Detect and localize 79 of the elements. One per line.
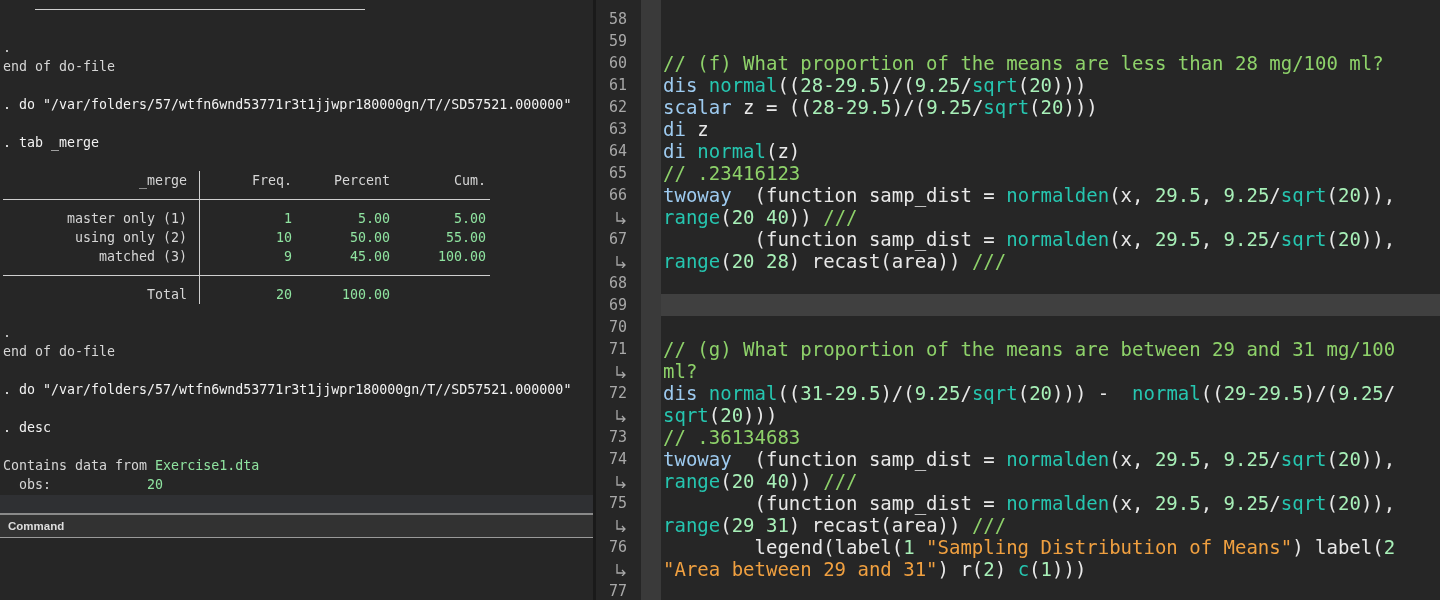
code-line: twoway (function samp_dist = normalden(x, 29.5, 9.25/sqrt(20)), <box>662 448 1397 470</box>
line-number: 68 <box>608 274 627 292</box>
code-line: legend(label(1 "Sampling Distribution of Means") label(2 <box>753 536 1397 558</box>
code-line: (function samp_dist = normalden(x, 29.5, 9.25/sqrt(20)), <box>753 228 1397 250</box>
table-cell: matched (3) <box>3 247 200 266</box>
code-line: range(20 40)) /// <box>662 470 859 492</box>
code-line: "Area between 29 and 31") r(2) c(1))) <box>662 558 1088 580</box>
wrap-arrow-icon <box>615 254 627 268</box>
output-line: end of do-file <box>3 58 116 76</box>
line-number: 76 <box>608 538 627 556</box>
line-number: 72 <box>608 384 627 402</box>
table-cell-text: 55.00 <box>444 229 487 247</box>
table-cell-text: 10 <box>275 229 293 247</box>
output-line: end of do-file <box>3 343 116 361</box>
table-header-cell-text: Cum. <box>452 172 487 190</box>
code-line: // .23416123 <box>662 162 802 184</box>
command-echo: . do "/var/folders/57/wtfn6wnd53771r3t1jjwpr180000gn/T//SD57521.000000" <box>3 96 572 114</box>
table-cell-text: 50.00 <box>348 229 391 247</box>
line-number: 71 <box>608 340 627 358</box>
line-number: 61 <box>608 76 627 94</box>
code-line: ml? <box>662 360 699 382</box>
line-number: 69 <box>608 296 627 314</box>
table-cell-text: 1 <box>283 210 293 228</box>
table-header-cell-text: Percent <box>332 172 391 190</box>
line-number: 60 <box>608 54 627 72</box>
splitter-bar[interactable] <box>0 495 593 515</box>
code-line: // (g) What proportion of the means are between 29 and 31 mg/100 <box>662 338 1397 360</box>
output-line: obs: 20 <box>18 476 164 494</box>
table-cell-text: 5.00 <box>452 210 487 228</box>
table-cell-text: 100.00 <box>340 286 391 304</box>
table-cell-text: 20 <box>275 286 293 304</box>
output-line: . <box>3 39 11 57</box>
code-line: range(29 31) recast(area)) /// <box>662 514 1008 536</box>
wrap-arrow-icon <box>615 518 627 532</box>
line-number: 73 <box>608 428 627 446</box>
command-echo: . tab _merge <box>3 134 100 152</box>
line-number: 64 <box>608 142 627 160</box>
table-cell: master only (1) <box>3 209 200 228</box>
command-echo: . do "/var/folders/57/wtfn6wnd53771r3t1jjwpr180000gn/T//SD57521.000000" <box>3 381 572 399</box>
code-line: sqrt(20))) <box>662 404 779 426</box>
line-number: 65 <box>608 164 627 182</box>
code-line: dis normal((28-29.5)/(9.25/sqrt(20))) <box>662 74 1088 96</box>
table-cell: using only (2) <box>3 228 200 247</box>
table-header-cell-text: Freq. <box>250 172 293 190</box>
line-number: 75 <box>608 494 627 512</box>
line-number: 62 <box>608 98 627 116</box>
code-line: di normal(z) <box>662 140 802 162</box>
line-number: 66 <box>608 186 627 204</box>
command-echo: . desc <box>3 419 52 437</box>
code-line: scalar z = ((28-29.5)/(9.25/sqrt(20))) <box>662 96 1099 118</box>
table-cell: Total <box>3 285 200 304</box>
wrap-arrow-icon <box>615 474 627 488</box>
table-cell-text: 5.00 <box>356 210 391 228</box>
wrap-arrow-icon <box>615 364 627 378</box>
wrap-arrow-icon <box>615 562 627 576</box>
line-number: 74 <box>608 450 627 468</box>
table-cell-text: 9 <box>283 248 293 266</box>
code-line: range(20 40)) /// <box>662 206 859 228</box>
code-line: range(20 28) recast(area)) /// <box>662 250 1008 272</box>
command-panel-title: Command <box>0 515 593 538</box>
line-number: 70 <box>608 318 627 336</box>
output-line: . <box>3 324 11 342</box>
line-number: 59 <box>608 32 627 50</box>
table-cell-text: 45.00 <box>348 248 391 266</box>
code-line: di z <box>662 118 710 140</box>
code-line: twoway (function samp_dist = normalden(x, 29.5, 9.25/sqrt(20)), <box>662 184 1397 206</box>
wrap-arrow-icon <box>615 210 627 224</box>
line-number: 58 <box>608 10 627 28</box>
code-line: // .36134683 <box>662 426 802 448</box>
line-number: 63 <box>608 120 627 138</box>
code-line: // (f) What proportion of the means are less than 28 mg/100 ml? <box>662 52 1385 74</box>
wrap-arrow-icon <box>615 408 627 422</box>
table-cell-text: 100.00 <box>436 248 487 266</box>
output-line: Contains data from Exercise1.dta <box>3 457 260 475</box>
code-line: (function samp_dist = normalden(x, 29.5, 9.25/sqrt(20)), <box>753 492 1397 514</box>
table-header-cell: _merge <box>3 171 200 190</box>
code-line: dis normal((31-29.5)/(9.25/sqrt(20))) - normal((29-29.5)/(9.25/ <box>662 382 1397 404</box>
line-number: 67 <box>608 230 627 248</box>
line-number: 77 <box>608 582 627 600</box>
